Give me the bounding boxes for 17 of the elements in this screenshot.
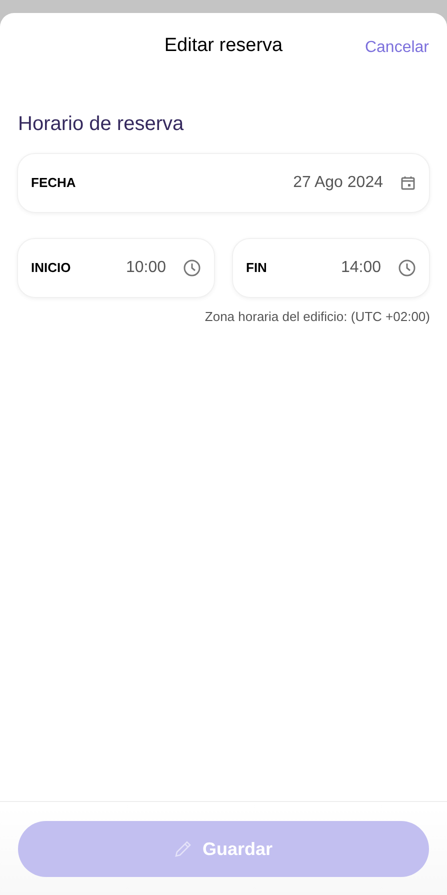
time-field[interactable]: FIN 14:00 [232,238,430,298]
time-field[interactable]: INICIO 10:00 [17,238,215,298]
time-label: FIN [246,259,267,278]
date-field[interactable]: FECHA 27 Ago 2024 [17,153,430,213]
time-value: 10:00 [126,258,166,278]
pencil-icon [174,840,192,858]
time-label: INICIO [31,259,71,278]
cancel-button[interactable]: Cancelar [364,36,429,60]
calendar-icon [400,175,416,191]
timezone-note: Zona horaria del edificio: (UTC +02:00) [204,308,430,326]
section-title: Horario de reserva [17,112,185,137]
header-title: Editar reserva [164,34,283,58]
time-value: 14:00 [340,258,381,278]
date-label: FECHA [31,174,76,192]
clock-icon [183,259,201,277]
clock-icon [398,259,416,277]
date-value: 27 Ago 2024 [293,173,383,193]
